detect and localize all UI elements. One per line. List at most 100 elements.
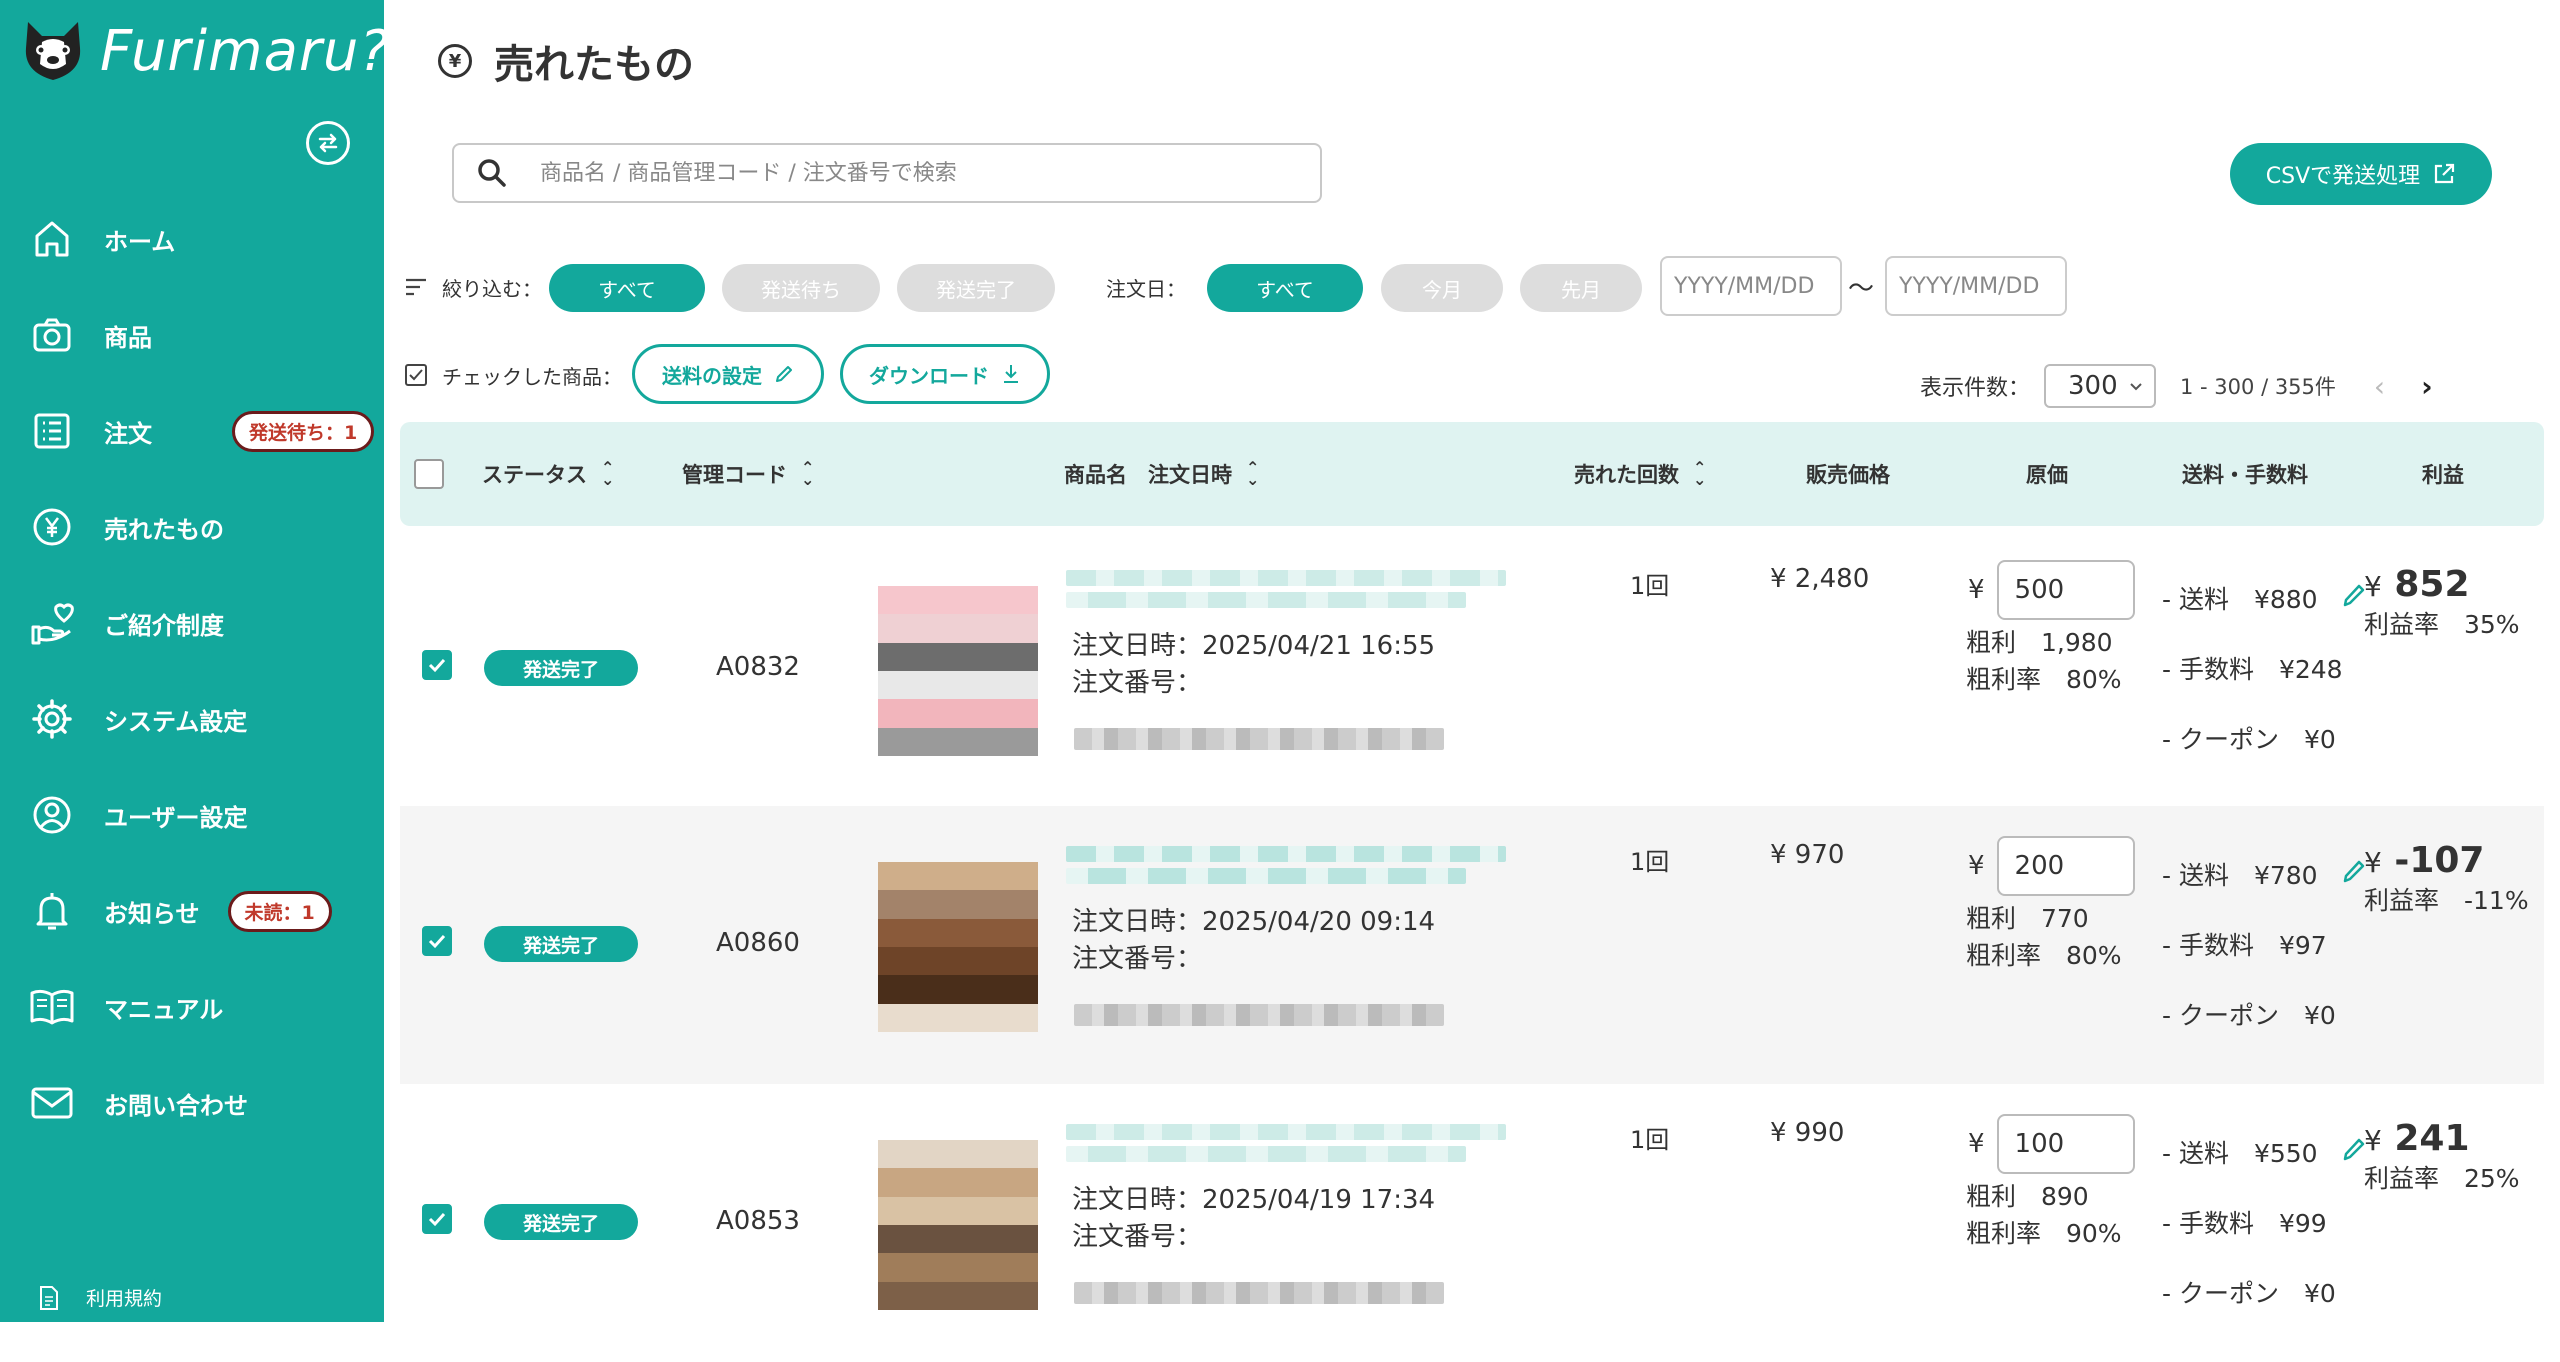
date-to-input[interactable]: YYYY/MM/DD [1885, 256, 2067, 316]
per-page-select[interactable]: 300 [2044, 364, 2157, 408]
date-from-input[interactable]: YYYY/MM/DD [1660, 256, 1842, 316]
product-thumbnail[interactable] [878, 1140, 1038, 1310]
status-filter-shipped[interactable]: 発送完了 [897, 264, 1055, 312]
pencil-icon[interactable] [2342, 582, 2366, 608]
product-thumbnail[interactable] [878, 862, 1038, 1032]
sidebar-item-orders[interactable]: 注文 発送待ち：1 [0, 396, 384, 466]
table-row: 発送完了 A0860 注文日時：2025/04/20 09:14 注文番号： 1回 ¥ 9… [400, 806, 2544, 1084]
bulk-label: チェックした商品： [442, 364, 622, 389]
cost-input[interactable] [1996, 836, 2135, 896]
date-filter-all[interactable]: すべて [1207, 264, 1363, 312]
sidebar-item-products[interactable]: 商品 [0, 300, 384, 370]
order-date: 注文日時：2025/04/19 17:34 [1072, 1185, 1436, 1215]
sidebar-item-manual[interactable]: マニュアル [0, 972, 384, 1042]
sidebar-item-home[interactable]: ホーム [0, 204, 384, 274]
page-range: 1 - 300 / 355件 [2180, 375, 2336, 399]
sidebar-item-label: 売れたもの [104, 515, 224, 544]
filter-icon [406, 278, 426, 296]
product-code: A0832 [716, 652, 800, 682]
cost-input[interactable] [1996, 560, 2135, 620]
pencil-icon[interactable] [2342, 1136, 2366, 1162]
terms-link[interactable]: 利用規約 [38, 1284, 162, 1311]
sort-icon: ⌃ ⌄ [801, 458, 815, 489]
logo[interactable]: Furimaru? [20, 18, 390, 84]
external-link-icon [2435, 163, 2455, 184]
sidebar-toggle-button[interactable] [306, 121, 350, 165]
date-filter-label: 注文日： [1106, 276, 1186, 301]
yen-icon [28, 503, 76, 551]
csv-button-label: CSVで発送処理 [2265, 164, 2421, 189]
profit-value: ¥ 852 [2364, 564, 2520, 605]
platform-fee: - 手数料 ¥97 [2162, 931, 2327, 960]
header-fees: 送料・手数料 [2182, 422, 2308, 526]
header-name-label: 商品名 [1064, 463, 1127, 487]
sidebar-item-user-settings[interactable]: ユーザー設定 [0, 780, 384, 850]
document-icon [40, 1285, 58, 1310]
order-number-label: 注文番号： [1072, 668, 1203, 698]
shipping-fee: - 送料 ¥780 [2162, 861, 2318, 890]
search-icon [478, 159, 506, 187]
profit-currency: ¥ [2364, 846, 2382, 879]
sidebar-item-label: 商品 [104, 323, 152, 352]
select-all-checkbox[interactable] [414, 459, 444, 489]
sidebar-item-sold[interactable]: 売れたもの [0, 492, 384, 562]
search-input[interactable] [538, 159, 1302, 187]
date-filter-this-month[interactable]: 今月 [1381, 264, 1503, 312]
status-filter-pending[interactable]: 発送待ち [722, 264, 880, 312]
header-order-date[interactable]: 注文日時 ⌃ ⌄ [1148, 422, 1259, 526]
row-checkbox[interactable] [422, 926, 452, 956]
checkmark-icon [428, 934, 446, 949]
platform-fee: - 手数料 ¥248 [2162, 655, 2343, 684]
pencil-icon[interactable] [2342, 858, 2366, 884]
product-name-redacted[interactable] [1066, 846, 1516, 890]
date-filter-last-month[interactable]: 先月 [1520, 264, 1642, 312]
gear-icon [28, 695, 76, 743]
hand-heart-icon [28, 599, 76, 647]
next-page-button[interactable]: › [2421, 370, 2433, 403]
shipping-settings-button[interactable]: 送料の設定 [632, 344, 824, 404]
prev-page-button[interactable]: ‹ [2374, 370, 2385, 403]
sidebar: Furimaru? ホーム 商品 注文 発送待ち：1 売れたもの ご紹介制度 シ… [0, 0, 389, 1322]
row-checkbox[interactable] [422, 650, 452, 680]
profit-amount: -107 [2394, 840, 2485, 881]
page-header: ¥ 売れたもの [438, 32, 694, 90]
cost-currency: ¥ [1968, 851, 1985, 881]
shipping-fee: - 送料 ¥550 [2162, 1139, 2318, 1168]
order-date: 注文日時：2025/04/20 09:14 [1072, 907, 1436, 937]
gross-margin: 粗利率 80% [1966, 941, 2122, 970]
sidebar-item-contact[interactable]: お問い合わせ [0, 1068, 384, 1138]
header-status[interactable]: ステータス ⌃ ⌄ [482, 422, 614, 526]
shipping-settings-label: 送料の設定 [662, 363, 762, 388]
header-order-date-label: 注文日時 [1148, 463, 1232, 487]
sold-count: 1回 [1630, 1126, 1670, 1154]
shipping-fee: - 送料 ¥880 [2162, 585, 2318, 614]
gross-margin: 粗利率 90% [1966, 1219, 2122, 1248]
user-icon [28, 791, 76, 839]
product-name-redacted[interactable] [1066, 570, 1516, 614]
order-number-redacted [1074, 1282, 1444, 1304]
download-button[interactable]: ダウンロード [840, 344, 1050, 404]
profit-rate: 利益率 25% [2364, 1164, 2520, 1193]
header-price-label: 販売価格 [1806, 463, 1890, 487]
status-filter-all[interactable]: すべて [549, 264, 705, 312]
mail-icon [28, 1079, 76, 1127]
row-checkbox[interactable] [422, 1204, 452, 1234]
sidebar-item-referral[interactable]: ご紹介制度 [0, 588, 384, 658]
header-sold-count[interactable]: 売れた回数 ⌃ ⌄ [1574, 422, 1706, 526]
pagination: 表示件数： 300 1 - 300 / 355件 ‹ › [1920, 364, 2433, 408]
status-badge: 発送完了 [484, 926, 638, 962]
product-thumbnail[interactable] [878, 586, 1038, 756]
profit-currency: ¥ [2364, 1124, 2382, 1157]
sort-icon: ⌃ ⌄ [1693, 458, 1707, 489]
product-code: A0860 [716, 928, 800, 958]
header-code-label: 管理コード [682, 463, 787, 487]
filter-label: 絞り込む： [442, 276, 542, 301]
csv-shipping-button[interactable]: CSVで発送処理 [2230, 143, 2492, 205]
cost-input[interactable] [1996, 1114, 2135, 1174]
sidebar-item-system-settings[interactable]: システム設定 [0, 684, 384, 754]
chevron-down-icon [2130, 383, 2142, 391]
header-sold-count-label: 売れた回数 [1574, 463, 1679, 487]
sidebar-item-notifications[interactable]: お知らせ 未読：1 [0, 876, 384, 946]
header-code[interactable]: 管理コード ⌃ ⌄ [682, 422, 814, 526]
product-name-redacted[interactable] [1066, 1124, 1516, 1168]
